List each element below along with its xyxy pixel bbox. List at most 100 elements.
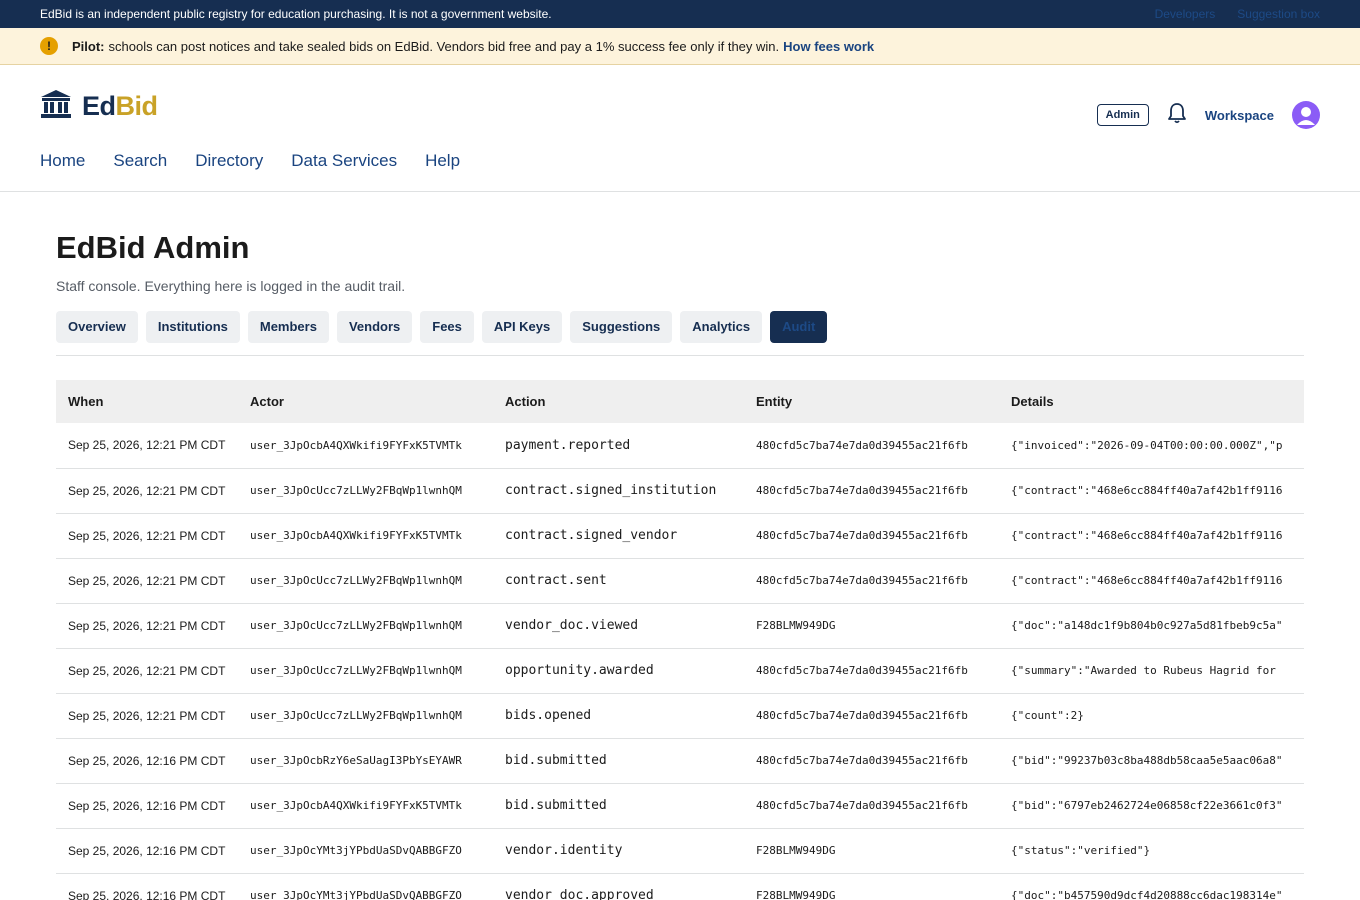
table-row: Sep 25, 2026, 12:16 PM CDT user_3JpOcYMt3…: [56, 873, 1304, 900]
nav-data-services[interactable]: Data Services: [291, 151, 397, 171]
audit-table: When Actor Action Entity Details Sep 25,…: [56, 380, 1304, 900]
cell-when: Sep 25, 2026, 12:16 PM CDT: [56, 873, 238, 900]
cell-details: {"count":2}: [999, 693, 1304, 739]
brand-logo[interactable]: EdBid: [40, 89, 158, 124]
audit-table-container[interactable]: When Actor Action Entity Details Sep 25,…: [56, 380, 1304, 900]
registry-notice: EdBid is an independent public registry …: [40, 7, 552, 21]
cell-when: Sep 25, 2026, 12:16 PM CDT: [56, 828, 238, 874]
cell-details: {"status":"verified"}: [999, 828, 1304, 874]
cell-actor: user_3JpOcUcc7zLLWy2FBqWp1lwnhQM: [238, 468, 493, 514]
table-row: Sep 25, 2026, 12:21 PM CDT user_3JpOcbA4Q…: [56, 513, 1304, 559]
exclamation-icon: !: [40, 37, 58, 55]
column-header-entity: Entity: [744, 380, 999, 423]
main-content: EdBid Admin Staff console. Everything he…: [0, 230, 1360, 900]
developers-link[interactable]: Developers: [1155, 7, 1216, 21]
nav-search[interactable]: Search: [113, 151, 167, 171]
tab-vendors[interactable]: Vendors: [336, 311, 413, 343]
table-row: Sep 25, 2026, 12:21 PM CDT user_3JpOcUcc7…: [56, 693, 1304, 739]
cell-actor: user_3JpOcUcc7zLLWy2FBqWp1lwnhQM: [238, 603, 493, 649]
cell-entity: 480cfd5c7ba74e7da0d39455ac21f6fb: [744, 423, 999, 469]
cell-entity: F28BLMW949DG: [744, 603, 999, 649]
how-fees-work-link[interactable]: How fees work: [783, 39, 874, 54]
cell-entity: F28BLMW949DG: [744, 828, 999, 874]
admin-badge[interactable]: Admin: [1096, 104, 1149, 126]
column-header-action: Action: [493, 380, 744, 423]
cell-entity: 480cfd5c7ba74e7da0d39455ac21f6fb: [744, 693, 999, 739]
cell-action: opportunity.awarded: [493, 648, 744, 694]
cell-actor: user_3JpOcbA4QXWkifi9FYFxK5TVMTk: [238, 513, 493, 559]
cell-entity: 480cfd5c7ba74e7da0d39455ac21f6fb: [744, 513, 999, 559]
cell-action: contract.sent: [493, 558, 744, 604]
cell-action: vendor.identity: [493, 828, 744, 874]
header-actions: Admin Workspace: [1096, 101, 1320, 129]
brand-name: EdBid: [82, 91, 158, 122]
cell-details: {"contract":"468e6cc884ff40a7af42b1ff911…: [999, 513, 1304, 559]
cell-action: payment.reported: [493, 423, 744, 469]
tab-api-keys[interactable]: API Keys: [481, 311, 563, 343]
cell-actor: user_3JpOcbA4QXWkifi9FYFxK5TVMTk: [238, 423, 493, 469]
site-header: EdBid Admin Workspace Home Search Direct…: [0, 65, 1360, 192]
page-subtitle: Staff console. Everything here is logged…: [56, 278, 406, 294]
tab-analytics[interactable]: Analytics: [680, 311, 763, 343]
cell-when: Sep 25, 2026, 12:21 PM CDT: [56, 513, 238, 559]
table-row: Sep 25, 2026, 12:21 PM CDT user_3JpOcbA4Q…: [56, 423, 1304, 469]
cell-actor: user_3JpOcUcc7zLLWy2FBqWp1lwnhQM: [238, 693, 493, 739]
cell-details: {"bid":"6797eb2462724e06858cf22e3661c0f3…: [999, 783, 1304, 829]
table-row: Sep 25, 2026, 12:21 PM CDT user_3JpOcUcc7…: [56, 648, 1304, 694]
workspace-link[interactable]: Workspace: [1205, 108, 1274, 123]
cell-action: contract.signed_institution: [493, 468, 744, 514]
cell-when: Sep 25, 2026, 12:16 PM CDT: [56, 783, 238, 829]
cell-details: {"doc":"b457590d9dcf4d20888cc6dac198314e…: [999, 873, 1304, 900]
cell-action: contract.signed_vendor: [493, 513, 744, 559]
table-row: Sep 25, 2026, 12:21 PM CDT user_3JpOcUcc7…: [56, 603, 1304, 649]
table-row: Sep 25, 2026, 12:16 PM CDT user_3JpOcYMt3…: [56, 828, 1304, 874]
cell-when: Sep 25, 2026, 12:21 PM CDT: [56, 558, 238, 604]
cell-when: Sep 25, 2026, 12:21 PM CDT: [56, 603, 238, 649]
table-header-row: When Actor Action Entity Details: [56, 380, 1304, 423]
cell-when: Sep 25, 2026, 12:21 PM CDT: [56, 423, 238, 469]
pilot-banner: ! Pilot: schools can post notices and ta…: [0, 28, 1360, 65]
audit-table-body: Sep 25, 2026, 12:21 PM CDT user_3JpOcbA4Q…: [56, 423, 1304, 900]
tab-institutions[interactable]: Institutions: [145, 311, 240, 343]
tab-fees[interactable]: Fees: [420, 311, 474, 343]
tab-members[interactable]: Members: [247, 311, 329, 343]
cell-entity: F28BLMW949DG: [744, 873, 999, 900]
bell-icon[interactable]: [1167, 102, 1187, 129]
cell-details: {"doc":"a148dc1f9b804b0c927a5d81fbeb9c5a…: [999, 603, 1304, 649]
table-row: Sep 25, 2026, 12:16 PM CDT user_3JpOcbA4Q…: [56, 783, 1304, 829]
pilot-label: Pilot:: [72, 38, 105, 54]
user-avatar-icon[interactable]: [1292, 101, 1320, 129]
cell-entity: 480cfd5c7ba74e7da0d39455ac21f6fb: [744, 648, 999, 694]
cell-entity: 480cfd5c7ba74e7da0d39455ac21f6fb: [744, 783, 999, 829]
column-header-details: Details: [999, 380, 1304, 423]
cell-details: {"contract":"468e6cc884ff40a7af42b1ff911…: [999, 468, 1304, 514]
cell-when: Sep 25, 2026, 12:21 PM CDT: [56, 693, 238, 739]
tab-overview[interactable]: Overview: [56, 311, 138, 343]
table-row: Sep 25, 2026, 12:21 PM CDT user_3JpOcUcc7…: [56, 468, 1304, 514]
cell-actor: user_3JpOcYMt3jYPbdUaSDvQABBGFZO: [238, 828, 493, 874]
cell-entity: 480cfd5c7ba74e7da0d39455ac21f6fb: [744, 468, 999, 514]
cell-when: Sep 25, 2026, 12:21 PM CDT: [56, 468, 238, 514]
institution-icon: [40, 89, 72, 124]
table-row: Sep 25, 2026, 12:21 PM CDT user_3JpOcUcc7…: [56, 558, 1304, 604]
cell-actor: user_3JpOcYMt3jYPbdUaSDvQABBGFZO: [238, 873, 493, 900]
cell-details: {"summary":"Awarded to Rubeus Hagrid for: [999, 648, 1304, 694]
pilot-message: schools can post notices and take sealed…: [108, 38, 780, 54]
nav-directory[interactable]: Directory: [195, 151, 263, 171]
cell-details: {"invoiced":"2026-09-04T00:00:00.000Z","…: [999, 423, 1304, 469]
tab-suggestions[interactable]: Suggestions: [570, 311, 673, 343]
cell-details: {"contract":"468e6cc884ff40a7af42b1ff911…: [999, 558, 1304, 604]
tab-audit[interactable]: Audit: [770, 311, 828, 343]
cell-when: Sep 25, 2026, 12:16 PM CDT: [56, 738, 238, 784]
cell-actor: user_3JpOcbRzY6eSaUagI3PbYsEYAWR: [238, 738, 493, 784]
nav-home[interactable]: Home: [40, 151, 85, 171]
suggestion-box-link[interactable]: Suggestion box: [1237, 7, 1320, 21]
table-row: Sep 25, 2026, 12:16 PM CDT user_3JpOcbRzY…: [56, 738, 1304, 784]
brand-name-ed: Ed: [82, 91, 116, 121]
cell-action: bid.submitted: [493, 738, 744, 784]
cell-actor: user_3JpOcUcc7zLLWy2FBqWp1lwnhQM: [238, 648, 493, 694]
nav-help[interactable]: Help: [425, 151, 460, 171]
cell-actor: user_3JpOcbA4QXWkifi9FYFxK5TVMTk: [238, 783, 493, 829]
admin-tabs: Overview Institutions Members Vendors Fe…: [56, 311, 1304, 356]
page-title: EdBid Admin: [56, 230, 250, 265]
